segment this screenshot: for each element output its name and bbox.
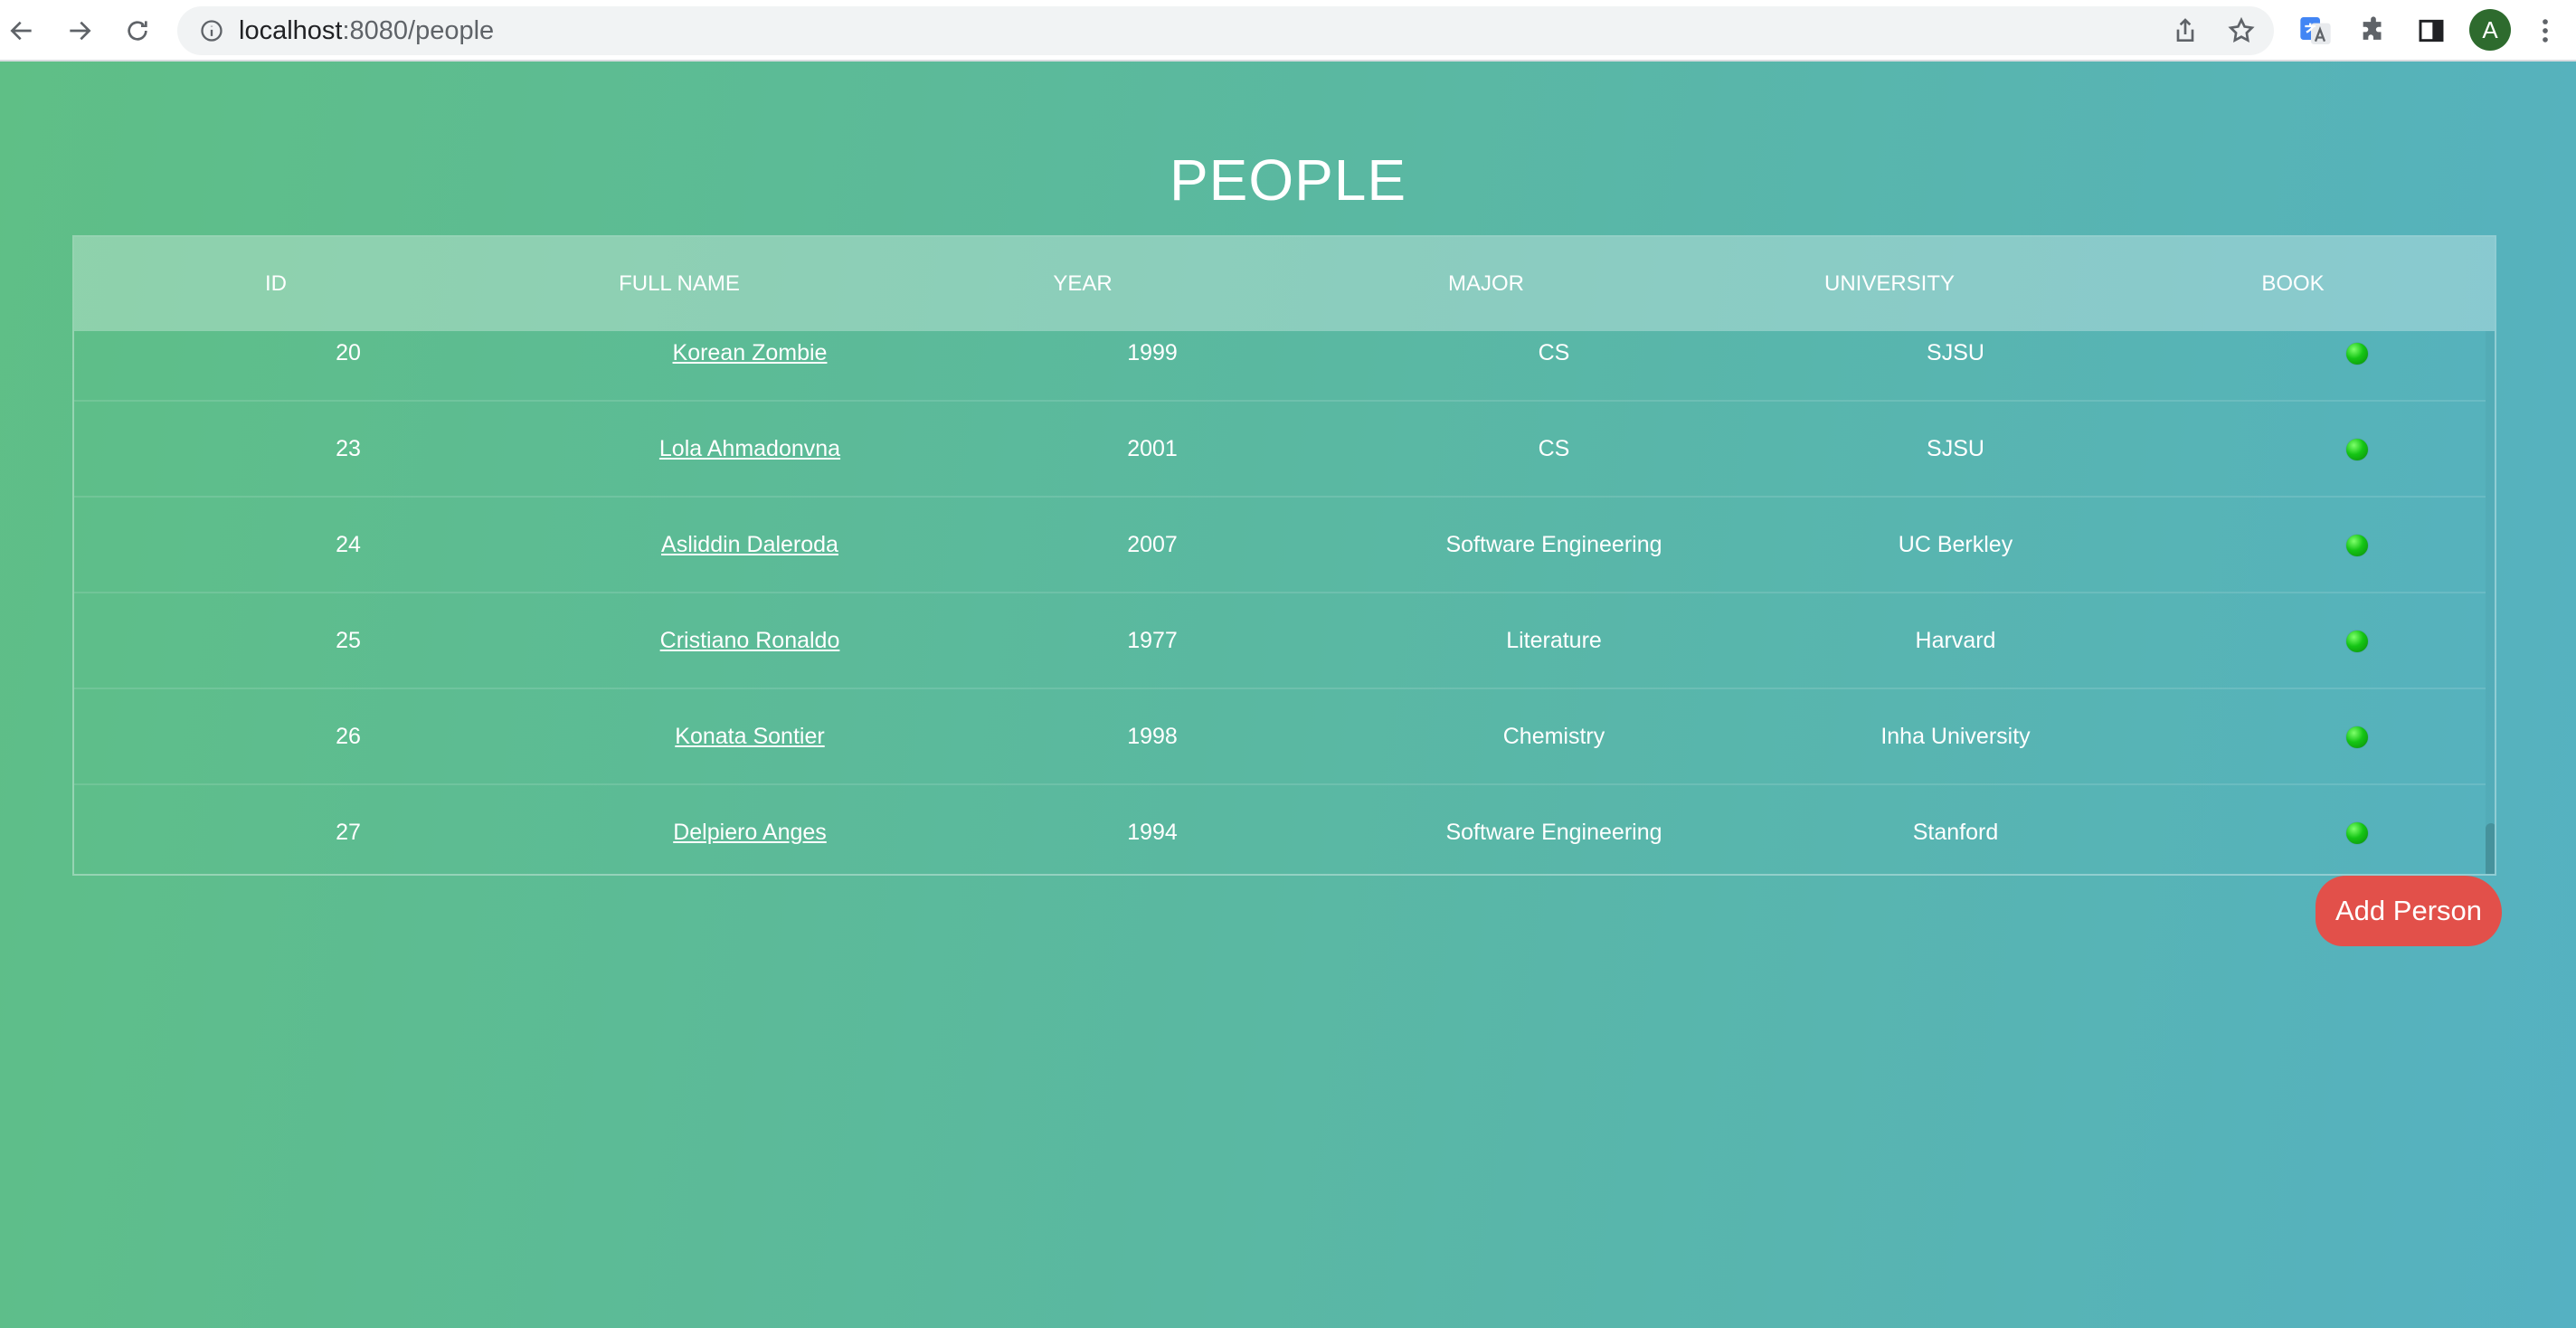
cell-book bbox=[2167, 785, 2495, 874]
url-host: localhost bbox=[239, 16, 343, 45]
cell-book bbox=[2167, 593, 2495, 688]
add-person-button[interactable]: Add Person bbox=[2316, 876, 2502, 946]
people-table: ID FULL NAME YEAR MAJOR UNIVERSITY BOOK … bbox=[72, 235, 2496, 876]
person-name-link[interactable]: Korean Zombie bbox=[673, 340, 828, 365]
cell-full-name: Cristiano Ronaldo bbox=[560, 593, 940, 688]
person-name-link[interactable]: Cristiano Ronaldo bbox=[660, 628, 840, 653]
browser-menu-button[interactable] bbox=[2527, 13, 2563, 49]
table-row: 20 Korean Zombie 1999 CS SJSU bbox=[74, 306, 2486, 402]
cell-year: 1977 bbox=[1127, 628, 1178, 653]
person-name-link[interactable]: Delpiero Anges bbox=[673, 820, 827, 845]
cell-book bbox=[2167, 306, 2495, 400]
cell-major: CS bbox=[1538, 436, 1570, 461]
page-content: PEOPLE ID FULL NAME YEAR MAJOR UNIVERSIT… bbox=[0, 62, 2576, 1328]
table-row: 27 Delpiero Anges 1994 Software Engineering… bbox=[74, 785, 2486, 874]
cell-major: Software Engineering bbox=[1445, 532, 1662, 557]
cell-id: 25 bbox=[336, 628, 361, 653]
translate-icon bbox=[2300, 17, 2331, 44]
browser-toolbar: localhost:8080/people A bbox=[0, 0, 2576, 62]
book-status-icon bbox=[2346, 343, 2368, 365]
cell-year: 1998 bbox=[1127, 724, 1178, 749]
person-name-link[interactable]: Asliddin Daleroda bbox=[661, 532, 838, 557]
cell-year: 2001 bbox=[1127, 436, 1178, 461]
cell-major: Literature bbox=[1506, 628, 1602, 653]
cell-year: 1994 bbox=[1127, 820, 1178, 845]
cell-full-name: Konata Sontier bbox=[560, 689, 940, 783]
cell-book bbox=[2167, 498, 2495, 592]
cell-full-name: Delpiero Anges bbox=[560, 785, 940, 874]
table-row: 23 Lola Ahmadonvna 2001 CS SJSU bbox=[74, 402, 2486, 498]
book-status-icon bbox=[2346, 535, 2368, 557]
cell-id: 23 bbox=[336, 436, 361, 461]
cell-id: 20 bbox=[336, 340, 361, 365]
table-row: 26 Konata Sontier 1998 Chemistry Inha Univer… bbox=[74, 689, 2486, 785]
book-status-icon bbox=[2346, 439, 2368, 461]
cell-university: UC Berkley bbox=[1898, 532, 2013, 557]
table-row: 24 Asliddin Daleroda 2007 Software Engineer… bbox=[74, 498, 2486, 593]
book-status-icon bbox=[2346, 822, 2368, 845]
cell-full-name: Lola Ahmadonvna bbox=[560, 402, 940, 496]
table-scrollbar-track[interactable] bbox=[2486, 331, 2495, 874]
share-icon[interactable] bbox=[2171, 16, 2200, 45]
url-text[interactable]: localhost:8080/people bbox=[239, 6, 494, 55]
more-vert-icon bbox=[2543, 19, 2548, 43]
side-panel-icon bbox=[2419, 19, 2444, 43]
cell-book bbox=[2167, 402, 2495, 496]
puzzle-icon bbox=[2363, 16, 2382, 40]
arrow-right-icon bbox=[70, 21, 91, 41]
book-status-icon bbox=[2346, 631, 2368, 653]
profile-avatar[interactable]: A bbox=[2469, 9, 2511, 51]
arrow-left-icon bbox=[10, 21, 32, 41]
table-scrollbar-thumb[interactable] bbox=[2486, 823, 2495, 874]
cell-university: SJSU bbox=[1927, 340, 1984, 365]
translate-extension-button[interactable] bbox=[2297, 13, 2334, 49]
cell-full-name: Korean Zombie bbox=[560, 306, 940, 400]
book-status-icon bbox=[2346, 726, 2368, 749]
person-name-link[interactable]: Lola Ahmadonvna bbox=[659, 436, 840, 461]
url-path: :8080/people bbox=[342, 16, 495, 45]
cell-major: Software Engineering bbox=[1445, 820, 1662, 845]
cell-major: CS bbox=[1538, 340, 1570, 365]
table-body[interactable]: 20 Korean Zombie 1999 CS SJSU 23 Lola Ahmadonv… bbox=[74, 331, 2486, 874]
extensions-button[interactable] bbox=[2355, 13, 2391, 49]
cell-id: 24 bbox=[336, 532, 361, 557]
table-row: 25 Cristiano Ronaldo 1977 Literature Harvard bbox=[74, 593, 2486, 689]
cell-id: 27 bbox=[336, 820, 361, 845]
person-name-link[interactable]: Konata Sontier bbox=[675, 724, 824, 749]
cell-major: Chemistry bbox=[1502, 724, 1605, 749]
cell-university: SJSU bbox=[1927, 436, 1984, 461]
cell-id: 26 bbox=[336, 724, 361, 749]
cell-book bbox=[2167, 689, 2495, 783]
reload-button[interactable] bbox=[118, 11, 157, 51]
reload-icon bbox=[128, 21, 147, 41]
info-icon[interactable] bbox=[199, 18, 224, 43]
cell-university: Harvard bbox=[1915, 628, 1996, 653]
cell-year: 1999 bbox=[1127, 340, 1178, 365]
cell-year: 2007 bbox=[1127, 532, 1178, 557]
star-icon[interactable] bbox=[2227, 16, 2256, 45]
side-panel-button[interactable] bbox=[2413, 13, 2449, 49]
cell-university: Stanford bbox=[1912, 820, 1999, 845]
back-button[interactable] bbox=[2, 11, 42, 51]
cell-university: Inha University bbox=[1880, 724, 2031, 749]
cell-full-name: Asliddin Daleroda bbox=[560, 498, 940, 592]
page-title: PEOPLE bbox=[1169, 147, 1407, 213]
forward-button[interactable] bbox=[60, 11, 99, 51]
address-bar[interactable]: localhost:8080/people bbox=[177, 6, 2274, 55]
